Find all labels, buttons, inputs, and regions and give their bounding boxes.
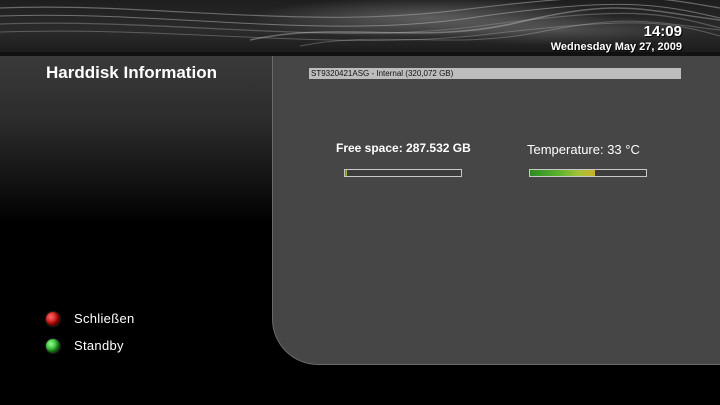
clock-date: Wednesday May 27, 2009	[550, 41, 682, 53]
close-button-label: Schließen	[74, 311, 135, 326]
red-button-icon	[46, 311, 60, 326]
disk-name-bar: ST9320421ASG - Internal (320,072 GB)	[309, 68, 681, 79]
clock-time: 14:09	[643, 23, 682, 40]
temperature-progress-fill	[530, 170, 595, 176]
page-title: Harddisk Information	[46, 63, 217, 82]
free-space-progress-fill	[345, 170, 348, 176]
temperature-progress	[529, 169, 647, 177]
standby-button-label: Standby	[74, 338, 124, 353]
close-button[interactable]: Schließen	[46, 311, 135, 326]
top-banner: 14:09 Wednesday May 27, 2009	[0, 0, 720, 56]
free-space-label: Free space: 287.532 GB	[336, 141, 471, 155]
standby-button[interactable]: Standby	[46, 338, 124, 353]
info-panel	[272, 56, 720, 365]
temperature-label: Temperature: 33 °C	[527, 142, 640, 157]
left-panel	[0, 56, 272, 405]
green-button-icon	[46, 338, 60, 353]
free-space-progress	[344, 169, 462, 177]
